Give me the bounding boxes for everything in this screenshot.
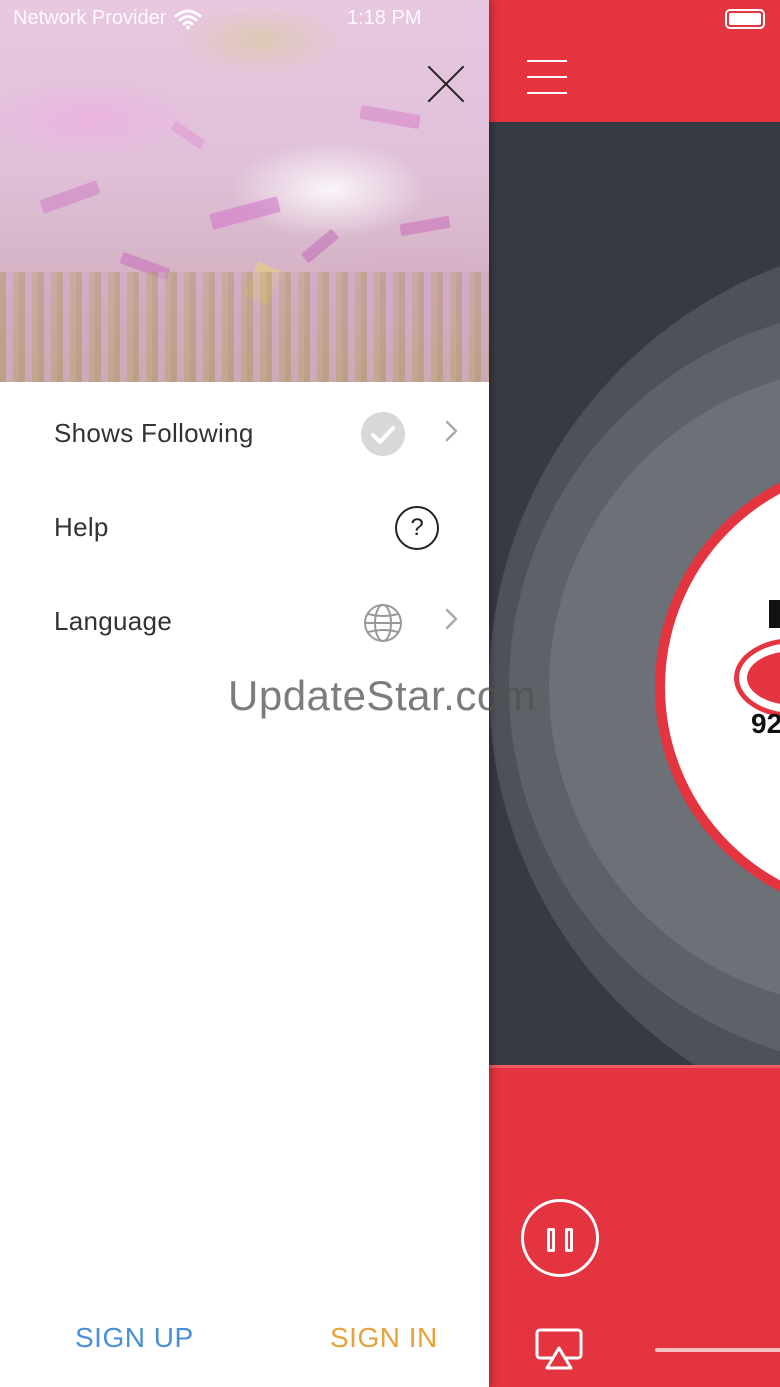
player-header [489, 0, 780, 122]
help-circle-icon: ? [395, 506, 439, 550]
menu-item-label: Language [54, 606, 173, 636]
crowd-silhouette [0, 272, 489, 382]
station-artwork: 92 [489, 122, 780, 1065]
check-circle-icon [361, 412, 405, 456]
station-frequency: 92 [751, 708, 780, 739]
menu-item-label: Help [54, 512, 109, 542]
status-time: 1:18 PM [347, 7, 422, 29]
watermark: UpdateStar.com [228, 672, 537, 719]
sign-in-button[interactable]: SIGN IN [330, 1322, 438, 1354]
pause-button[interactable] [521, 1199, 599, 1277]
status-carrier: Network Provider [13, 7, 202, 30]
chevron-right-icon [445, 420, 458, 442]
player-divider [489, 1065, 780, 1068]
airplay-icon[interactable] [535, 1328, 583, 1370]
hamburger-menu-icon[interactable] [527, 60, 567, 96]
drawer-header-image: Network Provider 1:18 PM [0, 0, 489, 382]
carrier-label: Network Provider [13, 7, 167, 29]
chevron-right-icon [445, 608, 458, 630]
wifi-icon [174, 9, 202, 29]
battery-icon [725, 9, 765, 29]
menu-item-language[interactable]: Language [0, 570, 489, 664]
close-drawer-button[interactable] [420, 58, 472, 110]
sign-up-button[interactable]: SIGN UP [75, 1322, 194, 1354]
menu-item-label: Shows Following [54, 418, 254, 448]
station-logo-mark [769, 600, 780, 628]
globe-icon [364, 604, 402, 642]
menu-item-shows-following[interactable]: Shows Following [0, 382, 489, 476]
progress-line[interactable] [655, 1348, 780, 1352]
